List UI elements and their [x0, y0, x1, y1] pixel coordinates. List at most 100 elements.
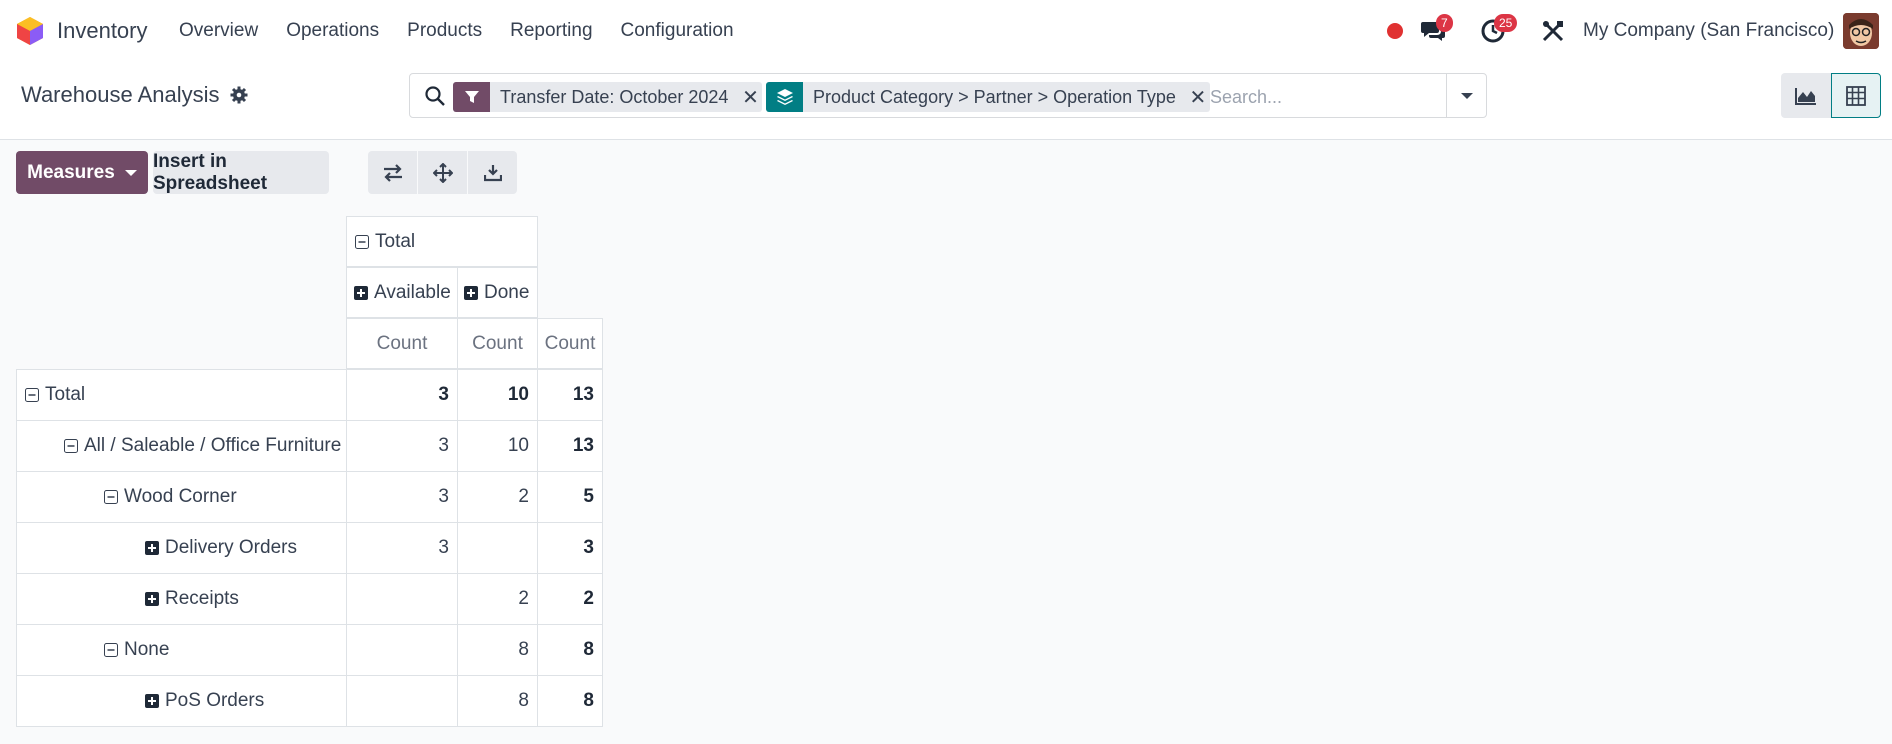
measure-header-available[interactable]: Count: [346, 318, 458, 369]
filter-facet[interactable]: Transfer Date: October 2024 ✕: [453, 82, 763, 112]
pivot-cell-done[interactable]: 10: [457, 420, 538, 472]
menu-overview[interactable]: Overview: [179, 20, 258, 42]
graph-view-icon: [1795, 87, 1816, 105]
download-icon: [483, 164, 502, 181]
groupby-facet-text: Product Category > Partner > Operation T…: [813, 86, 1176, 107]
measures-label: Measures: [27, 161, 115, 183]
col-header-done[interactable]: Done: [457, 267, 538, 318]
pivot-cell-done[interactable]: 10: [457, 369, 538, 421]
collapse-minus-icon: [25, 388, 39, 402]
cell-value: 3: [583, 537, 594, 558]
pivot-actions: [368, 151, 518, 194]
cell-value: 10: [507, 384, 529, 405]
measure-header-total[interactable]: Count: [537, 318, 603, 369]
measure-label: Count: [544, 332, 596, 354]
cell-value: 10: [507, 435, 529, 456]
expand-plus-icon: [464, 285, 478, 300]
pivot-cell-available[interactable]: [346, 675, 458, 727]
cell-value: 5: [583, 486, 594, 507]
row-header[interactable]: Delivery Orders: [16, 522, 347, 574]
row-header-label: Receipts: [165, 588, 239, 609]
pivot-cell-total[interactable]: 8: [537, 675, 603, 727]
pivot-cell-total[interactable]: 2: [537, 573, 603, 625]
groupby-facet[interactable]: Product Category > Partner > Operation T…: [766, 82, 1210, 112]
pivot-cell-available[interactable]: [346, 573, 458, 625]
page-title: Warehouse Analysis: [21, 82, 220, 107]
remove-filter-close-icon[interactable]: ✕: [738, 82, 762, 112]
cell-value: 8: [518, 639, 529, 660]
col-header-total-label: Total: [375, 230, 416, 252]
pivot-cell-done[interactable]: 2: [457, 471, 538, 523]
row-header-label: Wood Corner: [124, 486, 237, 507]
pivot-cell-available[interactable]: 3: [346, 420, 458, 472]
pivot-view-button[interactable]: [1831, 73, 1881, 118]
download-button[interactable]: [468, 151, 517, 194]
row-header-label: Total: [45, 384, 86, 405]
measure-label: Count: [376, 332, 428, 354]
expand-all-icon: [432, 162, 453, 183]
collapse-minus-icon: [104, 490, 118, 504]
pivot-cell-available[interactable]: 3: [346, 471, 458, 523]
insert-spreadsheet-label: Insert in Spreadsheet: [153, 150, 268, 194]
row-header[interactable]: PoS Orders: [16, 675, 347, 727]
row-header[interactable]: Wood Corner: [16, 471, 347, 523]
app-name[interactable]: Inventory: [57, 18, 148, 44]
pivot-cell-available[interactable]: [346, 624, 458, 676]
search-input[interactable]: [1210, 82, 1445, 112]
search-icon[interactable]: [424, 85, 446, 107]
measures-dropdown-button[interactable]: Measures: [16, 151, 148, 194]
col-header-total[interactable]: Total: [346, 216, 538, 267]
pivot-cell-done[interactable]: 8: [457, 675, 538, 727]
menu-operations[interactable]: Operations: [286, 20, 379, 42]
inventory-app-logo-icon[interactable]: [16, 16, 44, 46]
main-navbar: Inventory Overview Operations Products R…: [0, 0, 1892, 64]
row-header[interactable]: Receipts: [16, 573, 347, 625]
pivot-cell-available[interactable]: 3: [346, 369, 458, 421]
pivot-cell-done[interactable]: 2: [457, 573, 538, 625]
search-bar: Transfer Date: October 2024 ✕ Product Ca…: [409, 73, 1487, 118]
caret-down-icon: [1460, 92, 1473, 99]
collapse-minus-icon: [104, 643, 118, 657]
cell-value: 3: [438, 384, 449, 405]
menu-reporting[interactable]: Reporting: [510, 20, 592, 42]
pivot-cell-total[interactable]: 5: [537, 471, 603, 523]
pivot-cell-total[interactable]: 13: [537, 369, 603, 421]
cell-value: 8: [583, 639, 594, 660]
menu-configuration[interactable]: Configuration: [621, 20, 734, 42]
row-header[interactable]: None: [16, 624, 347, 676]
gear-icon[interactable]: [230, 86, 248, 104]
cell-value: 3: [438, 486, 449, 507]
search-options-toggle[interactable]: [1446, 74, 1486, 117]
recording-indicator-icon[interactable]: [1387, 23, 1403, 39]
pivot-cell-total[interactable]: 3: [537, 522, 603, 574]
pivot-cell-done[interactable]: [457, 522, 538, 574]
activities-count-badge: 25: [1494, 14, 1518, 32]
row-header[interactable]: All / Saleable / Office Furniture: [16, 420, 347, 472]
graph-view-button[interactable]: [1781, 73, 1831, 118]
cell-value: 8: [518, 690, 529, 711]
expand-all-button[interactable]: [418, 151, 467, 194]
measure-header-done[interactable]: Count: [457, 318, 538, 369]
user-avatar[interactable]: [1843, 13, 1879, 49]
insert-spreadsheet-button[interactable]: Insert in Spreadsheet: [153, 151, 329, 194]
expand-plus-icon: [354, 285, 368, 300]
pivot-cell-done[interactable]: 8: [457, 624, 538, 676]
pivot-cell-total[interactable]: 13: [537, 420, 603, 472]
pivot-cell-total[interactable]: 8: [537, 624, 603, 676]
remove-groupby-close-icon[interactable]: ✕: [1186, 82, 1210, 112]
collapse-minus-icon: [355, 234, 369, 249]
view-switcher: [1781, 73, 1881, 118]
expand-plus-icon: [145, 541, 159, 555]
debug-tools-icon[interactable]: [1541, 19, 1565, 43]
row-header-label: PoS Orders: [165, 690, 265, 711]
filter-facet-text: Transfer Date: October 2024: [500, 86, 729, 107]
company-switcher[interactable]: My Company (San Francisco): [1583, 20, 1834, 42]
collapse-minus-icon: [64, 439, 78, 453]
measure-label: Count: [472, 332, 523, 354]
pivot-cell-available[interactable]: 3: [346, 522, 458, 574]
flip-axis-button[interactable]: [368, 151, 417, 194]
main-menu: Overview Operations Products Reporting C…: [179, 20, 762, 42]
col-header-available[interactable]: Available: [346, 267, 458, 318]
menu-products[interactable]: Products: [407, 20, 482, 42]
row-header[interactable]: Total: [16, 369, 347, 421]
